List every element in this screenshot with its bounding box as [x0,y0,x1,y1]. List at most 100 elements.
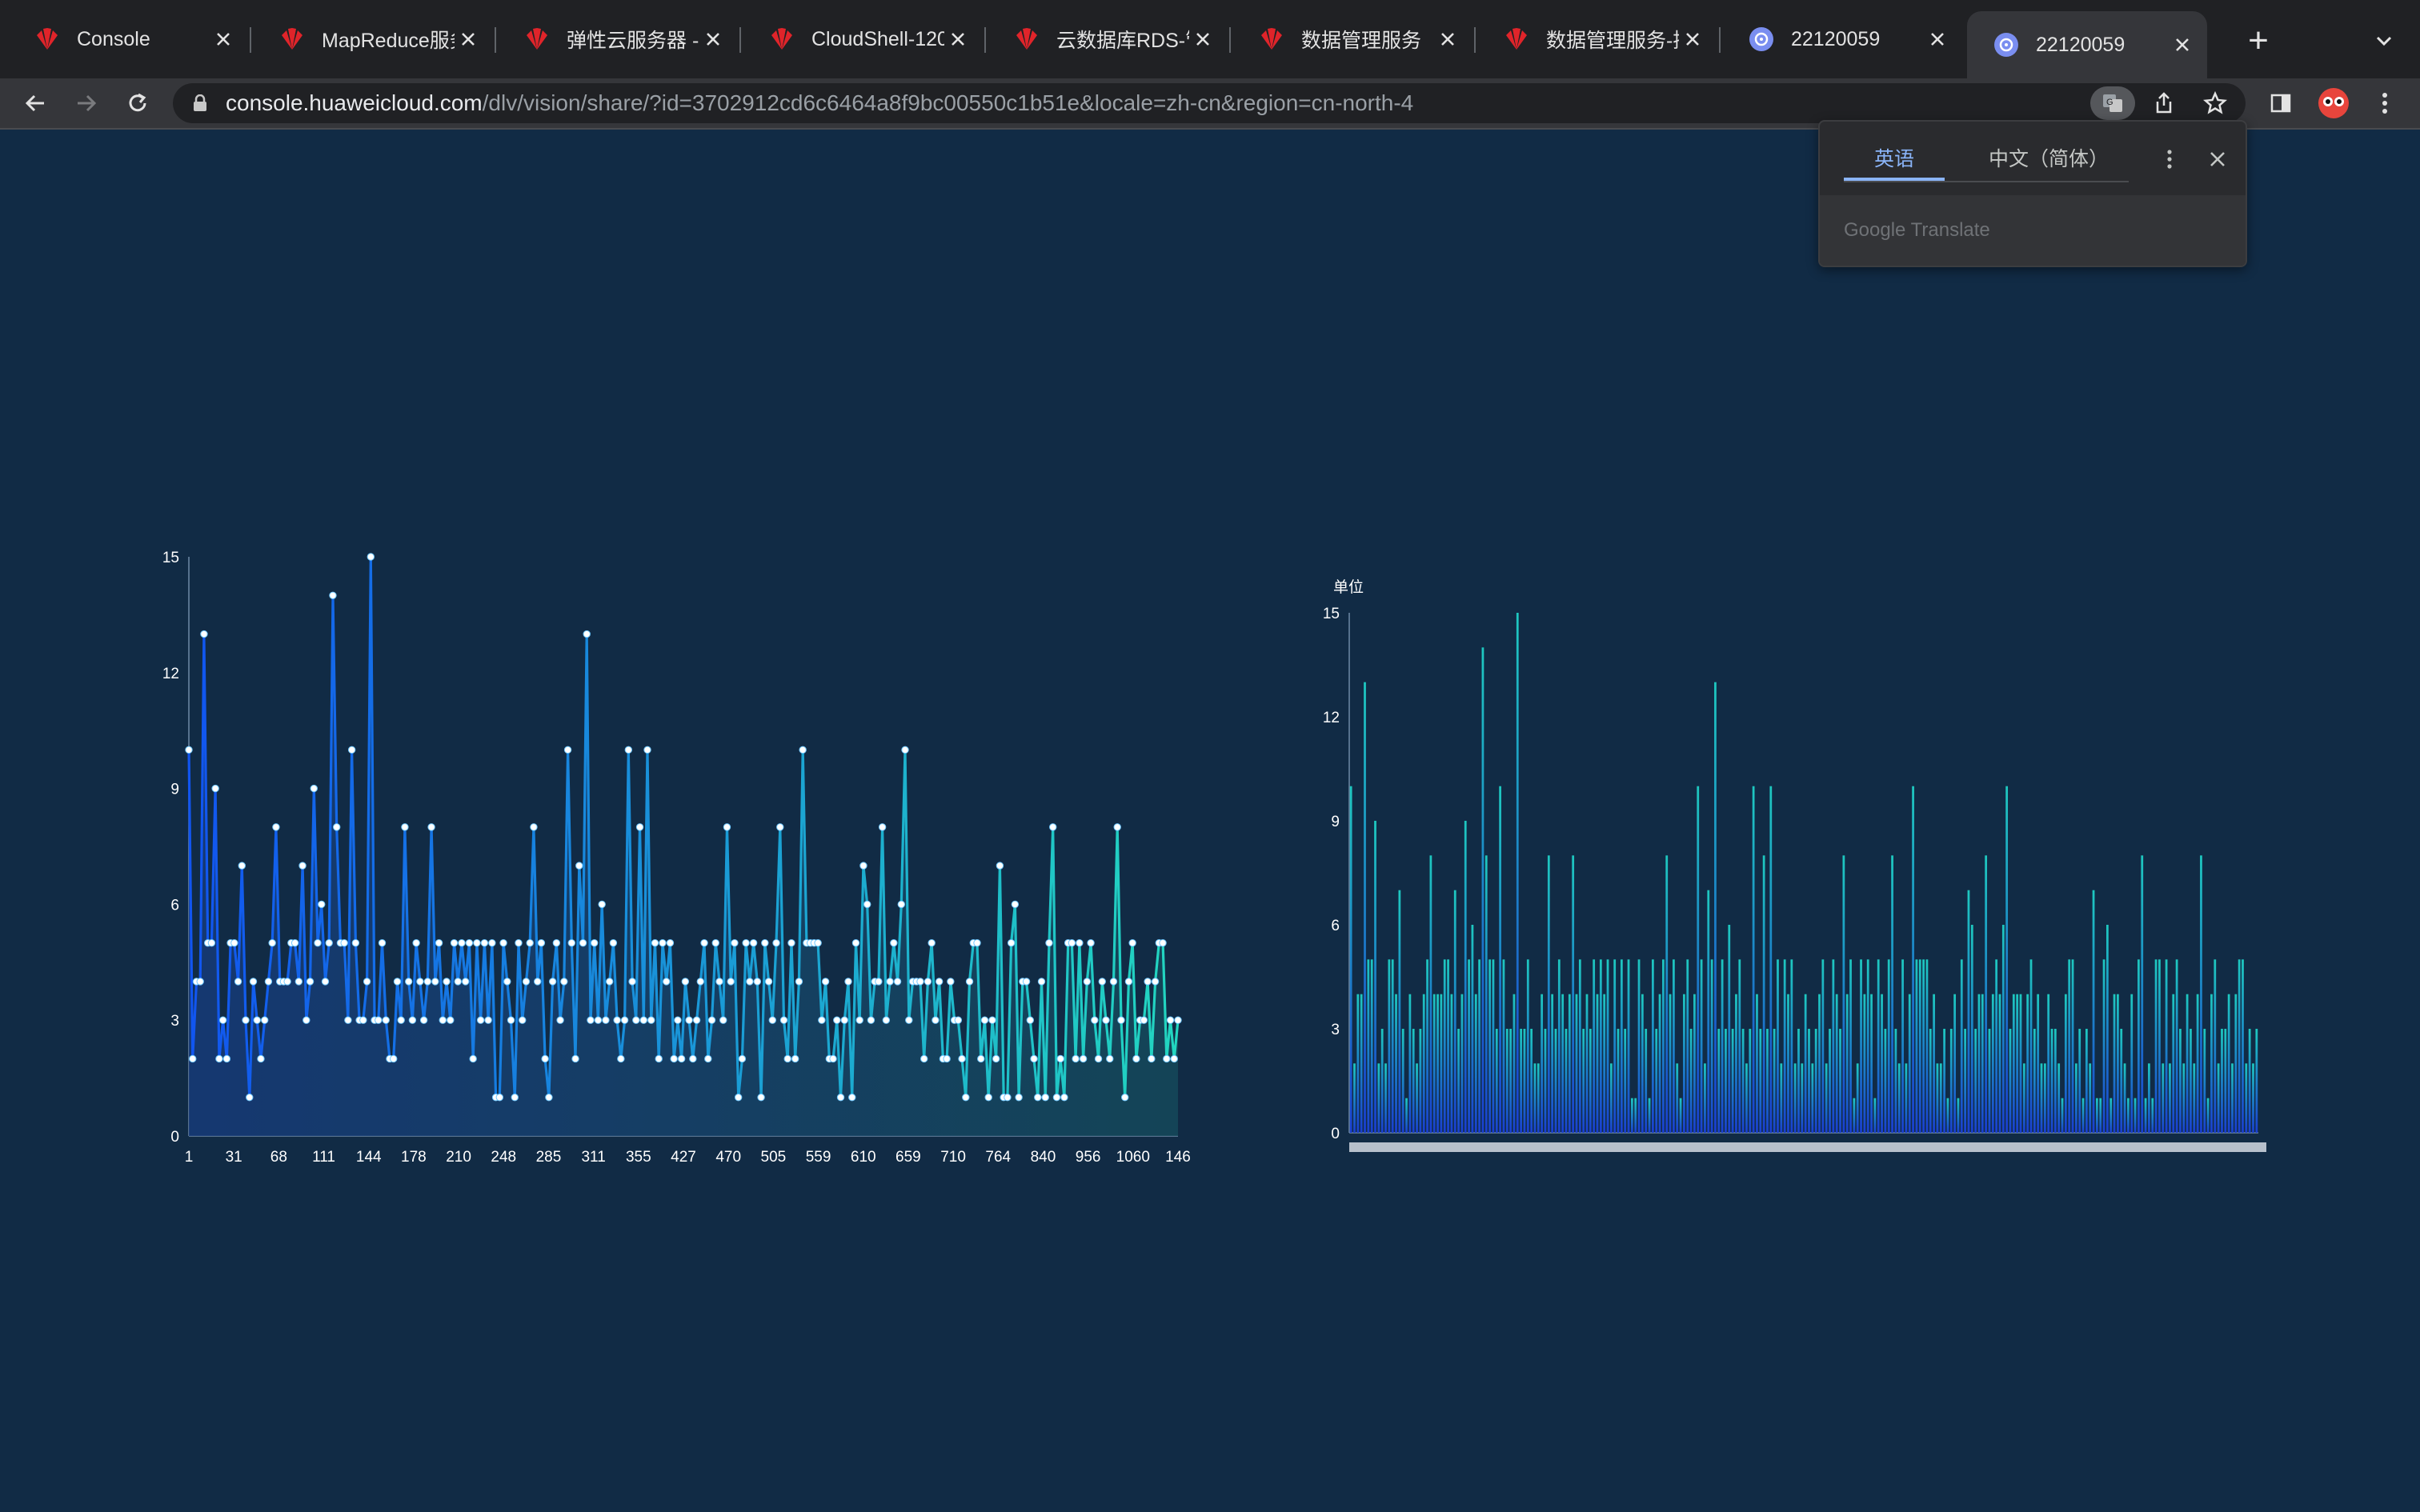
data-point[interactable] [1034,1094,1042,1102]
bar[interactable] [2206,1098,2210,1133]
data-point[interactable] [935,978,944,986]
bar[interactable] [1866,959,1869,1133]
data-point[interactable] [329,591,337,599]
data-point[interactable] [1060,1094,1068,1102]
bar[interactable] [1853,1098,1856,1133]
data-point[interactable] [1140,1016,1148,1024]
data-point[interactable] [1076,938,1084,947]
tab-close-button[interactable] [699,26,727,53]
data-point[interactable] [947,978,955,986]
data-point[interactable] [992,1054,1000,1063]
bar[interactable] [1578,959,1581,1133]
data-point[interactable] [617,1054,625,1063]
data-point[interactable] [1174,1016,1182,1024]
bar[interactable] [1943,1029,1945,1133]
data-point[interactable] [602,1016,610,1024]
bar[interactable] [2144,1098,2147,1133]
data-point[interactable] [401,823,409,831]
data-point[interactable] [696,978,705,986]
data-point[interactable] [943,1054,951,1063]
data-point[interactable] [639,1016,647,1024]
browser-tab[interactable]: 22120059 [1722,13,1962,66]
data-point[interactable] [207,938,216,947]
bar[interactable] [1735,994,1737,1133]
data-point[interactable] [272,823,280,831]
data-point[interactable] [783,1054,791,1063]
browser-tab[interactable]: 数据管理服务-控 [1477,13,1717,66]
bar[interactable] [2190,1029,2192,1133]
bar[interactable] [2193,1063,2196,1133]
data-point[interactable] [1106,1054,1114,1063]
data-point[interactable] [753,978,762,986]
bar[interactable] [1721,959,1724,1133]
bar[interactable] [1811,1063,1814,1133]
data-point[interactable] [484,1016,492,1024]
bar[interactable] [2026,994,2029,1133]
data-point[interactable] [462,978,470,986]
data-point[interactable] [347,746,356,754]
bar[interactable] [1953,994,1956,1133]
data-point[interactable] [723,823,731,831]
data-point[interactable] [692,1016,701,1024]
bar[interactable] [1936,1063,1939,1133]
data-point[interactable] [218,1016,227,1024]
bar[interactable] [2085,1029,2088,1133]
bar[interactable] [1537,1063,1540,1133]
bar[interactable] [1509,1029,1512,1133]
browser-tab[interactable]: 22120059 [1967,11,2207,78]
bar[interactable] [1599,959,1602,1133]
bar[interactable] [2200,855,2202,1133]
data-point[interactable] [882,1016,891,1024]
data-point[interactable] [916,978,924,986]
bar[interactable] [1693,994,1696,1133]
data-point[interactable] [393,978,402,986]
bar[interactable] [2127,1098,2130,1133]
data-point[interactable] [298,862,307,870]
bar[interactable] [1964,1029,1966,1133]
data-point[interactable] [541,1054,549,1063]
data-point[interactable] [681,978,690,986]
bar[interactable] [2074,1063,2077,1133]
data-point[interactable] [404,978,413,986]
bar[interactable] [2005,786,2009,1133]
data-point[interactable] [533,978,542,986]
bar[interactable] [2245,1063,2248,1133]
bar[interactable] [1977,994,1981,1133]
data-point[interactable] [230,938,238,947]
bar[interactable] [1484,855,1488,1133]
bar[interactable] [1606,959,1609,1133]
data-point[interactable] [635,823,644,831]
bar[interactable] [1780,1063,1783,1133]
data-point[interactable] [980,1016,989,1024]
bar[interactable] [1377,1063,1380,1133]
bar[interactable] [1821,959,1825,1133]
data-point[interactable] [412,938,420,947]
data-point[interactable] [515,938,523,947]
bar[interactable] [1884,1029,1887,1133]
bar[interactable] [1468,959,1470,1133]
data-point[interactable] [458,938,466,947]
data-point[interactable] [996,862,1004,870]
bar[interactable] [2089,1063,2092,1133]
bar[interactable] [1492,959,1495,1133]
bar[interactable] [1783,959,1786,1133]
data-point[interactable] [890,938,898,947]
bar[interactable] [1589,1029,1592,1133]
bar[interactable] [1349,786,1352,1133]
data-point[interactable] [1056,1054,1064,1063]
data-point[interactable] [1151,978,1160,986]
data-point[interactable] [351,938,360,947]
bar[interactable] [1572,855,1575,1133]
bar[interactable] [1686,959,1689,1133]
data-point[interactable] [799,746,807,754]
data-point[interactable] [924,978,932,986]
data-point[interactable] [1015,1094,1023,1102]
bar[interactable] [1689,1029,1693,1133]
data-point[interactable] [764,978,773,986]
data-point[interactable] [674,1016,682,1024]
data-point[interactable] [840,1016,848,1024]
data-point[interactable] [318,900,326,909]
browser-tab[interactable]: 弹性云服务器 - 拉 [498,13,738,66]
data-point[interactable] [795,978,803,986]
reload-button[interactable] [118,84,157,122]
